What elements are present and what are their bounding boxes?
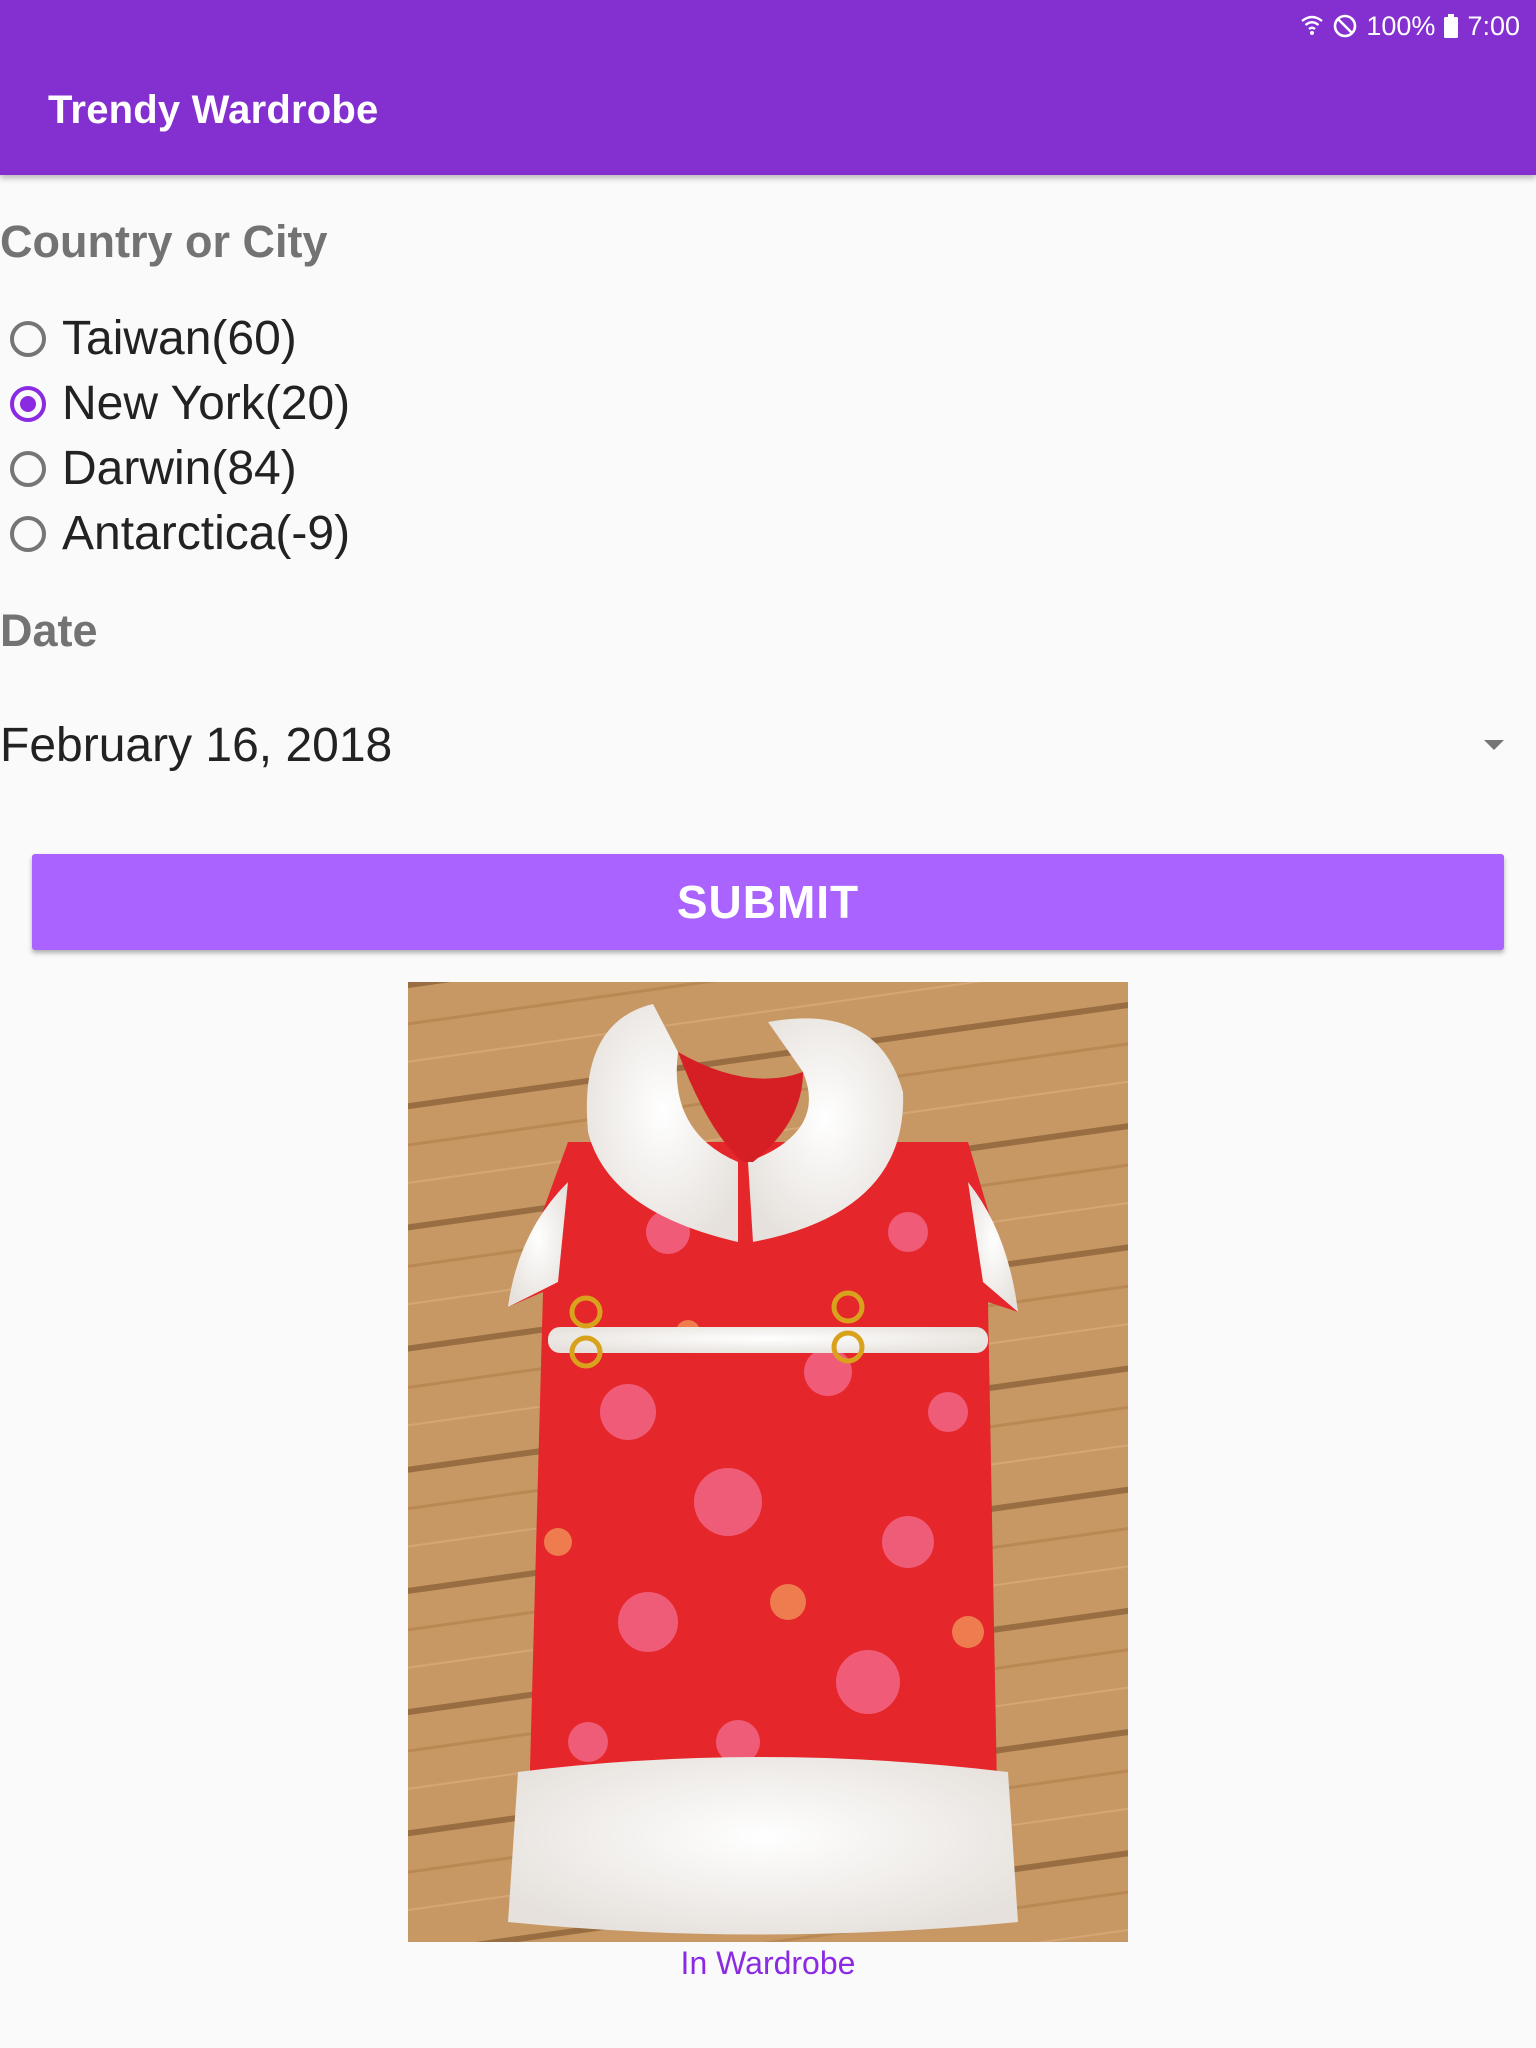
- submit-button[interactable]: SUBMIT: [32, 854, 1504, 950]
- location-radio-group: Taiwan(60) New York(20) Darwin(84) Antar…: [10, 306, 350, 566]
- radio-option-antarctica[interactable]: Antarctica(-9): [10, 501, 350, 566]
- radio-option-darwin[interactable]: Darwin(84): [10, 436, 350, 501]
- do-not-disturb-icon: [1332, 13, 1358, 39]
- wifi-icon: [1300, 13, 1324, 39]
- radio-button-antarctica[interactable]: [10, 515, 46, 552]
- status-bar: 100% 7:00: [1300, 8, 1520, 44]
- radio-label-antarctica[interactable]: Antarctica(-9): [62, 506, 350, 561]
- radio-button-darwin[interactable]: [10, 450, 46, 487]
- radio-option-new-york[interactable]: New York(20): [10, 371, 350, 436]
- app-bar: 100% 7:00 Trendy Wardrobe: [0, 0, 1536, 175]
- radio-label-taiwan[interactable]: Taiwan(60): [62, 311, 297, 366]
- wardrobe-caption: In Wardrobe: [680, 1945, 856, 1981]
- radio-button-new-york[interactable]: [10, 385, 46, 422]
- app-title: Trendy Wardrobe: [48, 88, 379, 132]
- clock: 7:00: [1467, 10, 1520, 41]
- chevron-down-icon[interactable]: [1484, 740, 1504, 750]
- battery-icon: [1443, 13, 1459, 39]
- date-spinner[interactable]: February 16, 2018: [0, 700, 1510, 790]
- radio-option-taiwan[interactable]: Taiwan(60): [10, 306, 350, 371]
- battery-percent: 100%: [1366, 10, 1436, 41]
- radio-label-darwin[interactable]: Darwin(84): [62, 441, 297, 496]
- date-value[interactable]: February 16, 2018: [0, 718, 392, 773]
- outfit-image: [408, 982, 1128, 1942]
- radio-button-taiwan[interactable]: [10, 320, 46, 357]
- date-label: Date: [0, 605, 98, 656]
- radio-label-new-york[interactable]: New York(20): [62, 376, 350, 431]
- location-label: Country or City: [0, 216, 328, 267]
